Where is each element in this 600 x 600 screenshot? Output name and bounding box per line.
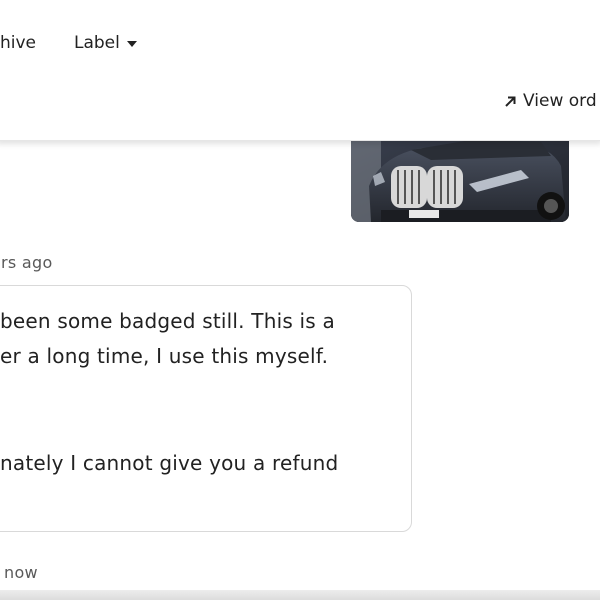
message-timestamp: rs ago [1, 253, 53, 272]
conversation-page: hive Label View ord rs ago been some bad… [0, 0, 600, 600]
view-order-link[interactable]: View ord [504, 91, 597, 111]
caret-down-icon [126, 41, 137, 47]
message-text-line: been some badged still. This is a [0, 309, 335, 333]
message-text-line: nately I cannot give you a refund [0, 451, 339, 475]
reply-timestamp: now [4, 563, 38, 582]
bottom-divider [0, 590, 600, 600]
arrow-up-right-icon [505, 96, 516, 107]
label-dropdown[interactable]: Label [74, 33, 137, 53]
label-dropdown-text: Label [74, 33, 120, 53]
view-order-text: View ord [523, 91, 597, 111]
archive-button[interactable]: hive [0, 33, 36, 53]
conversation-toolbar: hive Label View ord [0, 0, 600, 141]
message-text-line: er a long time, I use this myself. [0, 344, 329, 368]
